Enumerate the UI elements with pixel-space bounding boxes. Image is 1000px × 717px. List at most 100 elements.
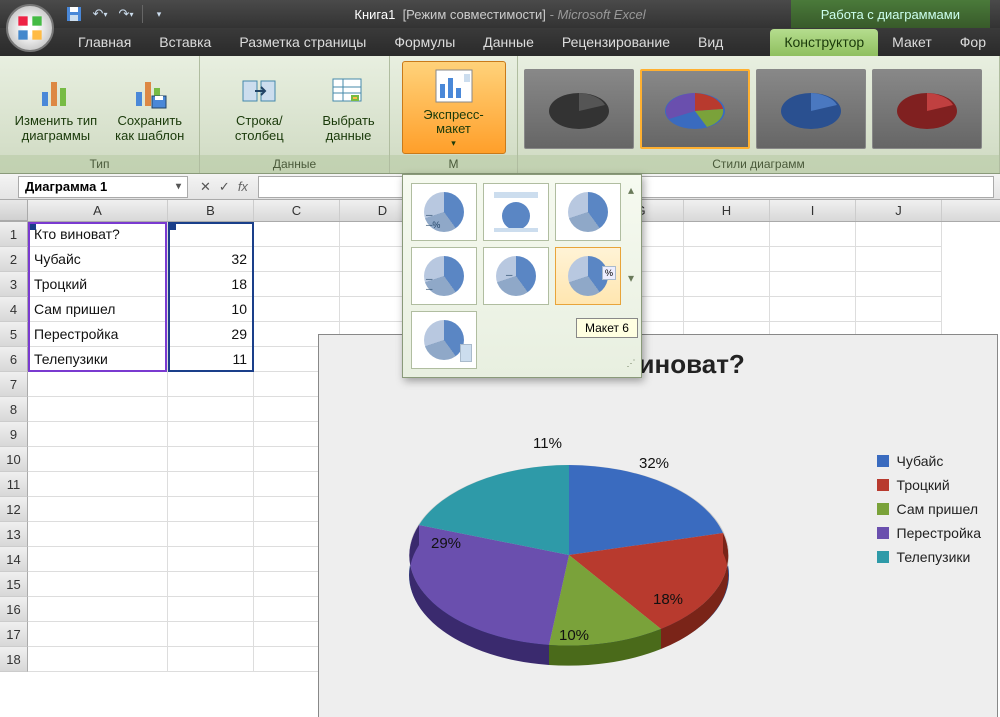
undo-icon[interactable]: ↶▾	[90, 4, 110, 24]
embedded-chart[interactable]: Кто виноват? 32% 18% 10% 29% 11%	[318, 334, 998, 717]
layout-option-5[interactable]: ─	[483, 247, 549, 305]
rowhead-11[interactable]: 11	[0, 472, 28, 497]
tab-data[interactable]: Данные	[469, 29, 548, 56]
tab-page-layout[interactable]: Разметка страницы	[225, 29, 380, 56]
rowhead-7[interactable]: 7	[0, 372, 28, 397]
cell-A7[interactable]	[28, 372, 168, 397]
save-icon[interactable]	[64, 4, 84, 24]
layout-option-1[interactable]: ──%	[411, 183, 477, 241]
cell-B12[interactable]	[168, 497, 254, 522]
tab-view[interactable]: Вид	[684, 29, 737, 56]
cell-A9[interactable]	[28, 422, 168, 447]
cell-B17[interactable]	[168, 622, 254, 647]
cell-A17[interactable]	[28, 622, 168, 647]
cell-B18[interactable]	[168, 647, 254, 672]
layout-option-4[interactable]: ──	[411, 247, 477, 305]
scroll-down-icon[interactable]: ▾	[628, 271, 634, 285]
rowhead-18[interactable]: 18	[0, 647, 28, 672]
cell-A16[interactable]	[28, 597, 168, 622]
colhead-I[interactable]: I	[770, 200, 856, 221]
colhead-C[interactable]: C	[254, 200, 340, 221]
colhead-H[interactable]: H	[684, 200, 770, 221]
qat-customize-icon[interactable]: ▾	[149, 4, 169, 24]
cell-C1[interactable]	[254, 222, 340, 247]
rowhead-2[interactable]: 2	[0, 247, 28, 272]
scroll-up-icon[interactable]: ▴	[628, 183, 634, 197]
chart-style-4[interactable]	[872, 69, 982, 149]
cell-B4[interactable]: 10	[168, 297, 254, 322]
layout-option-6[interactable]: %	[555, 247, 621, 305]
rowhead-17[interactable]: 17	[0, 622, 28, 647]
rowhead-9[interactable]: 9	[0, 422, 28, 447]
cell-J3[interactable]	[856, 272, 942, 297]
enter-icon[interactable]: ✓	[219, 179, 230, 195]
tab-review[interactable]: Рецензирование	[548, 29, 684, 56]
tab-chart-design[interactable]: Конструктор	[770, 29, 878, 56]
cell-I2[interactable]	[770, 247, 856, 272]
rowhead-10[interactable]: 10	[0, 447, 28, 472]
cell-A18[interactable]	[28, 647, 168, 672]
select-all-corner[interactable]	[0, 200, 28, 221]
cell-B8[interactable]	[168, 397, 254, 422]
chart-style-3[interactable]	[756, 69, 866, 149]
legend-item-1[interactable]: Троцкий	[877, 477, 981, 493]
cell-A8[interactable]	[28, 397, 168, 422]
rowhead-4[interactable]: 4	[0, 297, 28, 322]
office-button[interactable]	[6, 4, 54, 52]
cell-J4[interactable]	[856, 297, 942, 322]
cell-B14[interactable]	[168, 547, 254, 572]
rowhead-1[interactable]: 1	[0, 222, 28, 247]
chart-style-1[interactable]	[524, 69, 634, 149]
colhead-B[interactable]: B	[168, 200, 254, 221]
colhead-A[interactable]: A	[28, 200, 168, 221]
resize-grip-icon[interactable]: ⋰	[627, 358, 636, 369]
cell-B13[interactable]	[168, 522, 254, 547]
cell-B5[interactable]: 29	[168, 322, 254, 347]
tab-formulas[interactable]: Формулы	[380, 29, 469, 56]
cell-A15[interactable]	[28, 572, 168, 597]
cell-I4[interactable]	[770, 297, 856, 322]
pie-chart[interactable]: 32% 18% 10% 29% 11%	[379, 405, 759, 705]
cell-I1[interactable]	[770, 222, 856, 247]
cell-B2[interactable]: 32	[168, 247, 254, 272]
cell-H3[interactable]	[684, 272, 770, 297]
cancel-icon[interactable]: ✕	[200, 179, 211, 195]
cell-H2[interactable]	[684, 247, 770, 272]
cell-A10[interactable]	[28, 447, 168, 472]
change-chart-type-button[interactable]: Изменить тип диаграммы	[8, 67, 105, 148]
rowhead-15[interactable]: 15	[0, 572, 28, 597]
cell-A6[interactable]: Телепузики	[28, 347, 168, 372]
legend-item-4[interactable]: Телепузики	[877, 549, 981, 565]
cell-B10[interactable]	[168, 447, 254, 472]
select-data-button[interactable]: Выбрать данные	[315, 67, 381, 148]
cell-H1[interactable]	[684, 222, 770, 247]
cell-B11[interactable]	[168, 472, 254, 497]
name-box[interactable]: Диаграмма 1 ▾	[18, 176, 188, 198]
quick-layout-gallery[interactable]: ──% ── ─ % ▴ ▾ ⋰	[402, 174, 642, 378]
rowhead-12[interactable]: 12	[0, 497, 28, 522]
rowhead-14[interactable]: 14	[0, 547, 28, 572]
legend-item-3[interactable]: Перестройка	[877, 525, 981, 541]
chart-style-2[interactable]	[640, 69, 750, 149]
cell-A13[interactable]	[28, 522, 168, 547]
rowhead-16[interactable]: 16	[0, 597, 28, 622]
cell-A1[interactable]: Кто виноват?	[28, 222, 168, 247]
cell-B7[interactable]	[168, 372, 254, 397]
rowhead-13[interactable]: 13	[0, 522, 28, 547]
cell-J2[interactable]	[856, 247, 942, 272]
cell-A5[interactable]: Перестройка	[28, 322, 168, 347]
cell-A4[interactable]: Сам пришел	[28, 297, 168, 322]
chart-legend[interactable]: Чубайс Троцкий Сам пришел Перестройка Те…	[877, 445, 981, 573]
cell-A14[interactable]	[28, 547, 168, 572]
redo-icon[interactable]: ↷▾	[116, 4, 136, 24]
cell-A12[interactable]	[28, 497, 168, 522]
cell-B6[interactable]: 11	[168, 347, 254, 372]
cell-B9[interactable]	[168, 422, 254, 447]
gallery-scrollbar[interactable]: ▴ ▾ ⋰	[623, 183, 639, 369]
cell-B16[interactable]	[168, 597, 254, 622]
name-box-dropdown-icon[interactable]: ▾	[176, 181, 181, 192]
cell-B15[interactable]	[168, 572, 254, 597]
cell-A3[interactable]: Троцкий	[28, 272, 168, 297]
legend-item-0[interactable]: Чубайс	[877, 453, 981, 469]
cell-C2[interactable]	[254, 247, 340, 272]
